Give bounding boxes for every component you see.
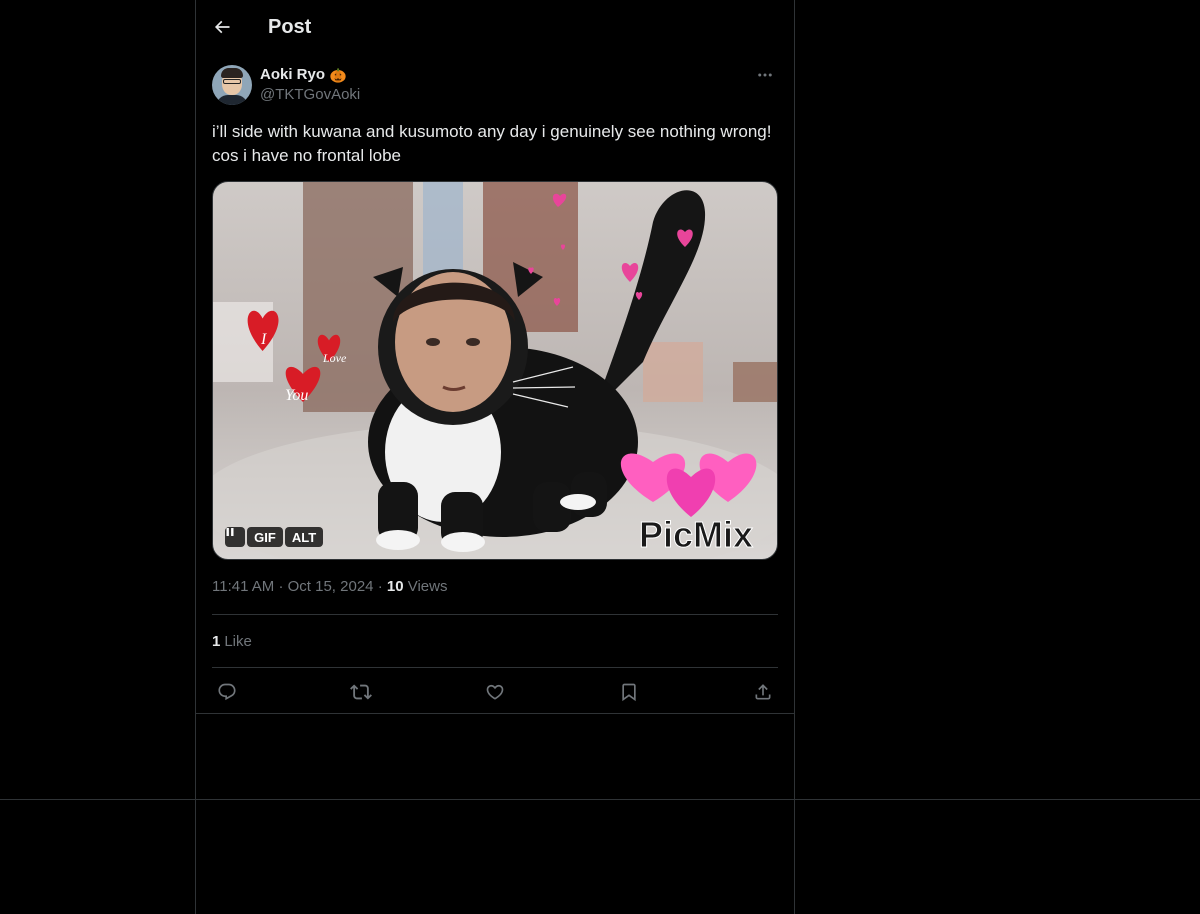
heart-text-i: I — [260, 331, 267, 348]
alt-text-button[interactable]: ALT — [285, 527, 323, 547]
heart-text-you: You — [285, 387, 308, 404]
post: Aoki Ryo @TKTGovAoki i’ll side with kuwa… — [196, 65, 794, 715]
post-text: i’ll side with kuwana and kusumoto any d… — [212, 122, 772, 165]
meta-separator: · — [377, 578, 387, 595]
share-icon — [755, 683, 771, 699]
gif-badge: GIF — [247, 527, 283, 547]
post-time[interactable]: 11:41 AM — [212, 578, 274, 595]
heart-icon — [486, 684, 504, 700]
bottom-divider — [0, 799, 1200, 800]
picmix-watermark: PicMix — [639, 514, 753, 555]
like-count[interactable]: 1 — [212, 633, 220, 650]
engagement-summary: 1 Like — [212, 615, 778, 667]
post-date[interactable]: Oct 15, 2024 — [288, 578, 374, 595]
arrow-left-icon — [214, 20, 230, 34]
post-media-gif[interactable]: I Love You PicMix GIF ALT — [212, 181, 778, 560]
meta-separator: · — [278, 578, 288, 595]
pause-button[interactable] — [225, 527, 245, 547]
post-meta: 11:41 AM · Oct 15, 2024 · 10 Views — [212, 577, 778, 597]
primary-column: Post Aoki Ryo @TKTGovAoki i’ll side with… — [196, 0, 794, 715]
pumpkin-emoji-icon — [330, 68, 346, 83]
page-title: Post — [268, 15, 312, 38]
bookmark-button[interactable] — [618, 681, 640, 703]
avatar[interactable] — [212, 65, 252, 105]
back-button[interactable] — [204, 9, 240, 45]
media-controls: GIF ALT — [225, 527, 323, 547]
reply-icon — [218, 683, 236, 700]
repost-button[interactable] — [350, 681, 372, 703]
more-options-button[interactable] — [752, 65, 778, 85]
reply-button[interactable] — [216, 681, 238, 703]
like-button[interactable] — [484, 681, 506, 703]
post-author-row: Aoki Ryo @TKTGovAoki — [212, 65, 778, 105]
repost-icon — [350, 684, 372, 699]
views-count: 10 — [386, 578, 404, 595]
bookmark-icon — [622, 683, 636, 701]
gif-frame: I Love You PicMix — [213, 182, 777, 559]
more-dots-icon — [758, 73, 772, 77]
post-bottom-border — [196, 713, 794, 714]
pause-icon — [226, 528, 234, 536]
column-right-border — [794, 0, 795, 914]
author-display-name-text: Aoki Ryo — [260, 66, 326, 83]
like-label[interactable]: Like — [224, 633, 252, 650]
action-bar — [212, 668, 778, 715]
views-label: Views — [407, 578, 448, 595]
page-header: Post — [196, 0, 794, 54]
author-names: Aoki Ryo @TKTGovAoki — [260, 65, 360, 105]
share-button[interactable] — [752, 681, 774, 703]
author-handle[interactable]: @TKTGovAoki — [260, 85, 360, 105]
author-display-name[interactable]: Aoki Ryo — [260, 65, 360, 85]
heart-text-love: Love — [322, 351, 347, 365]
